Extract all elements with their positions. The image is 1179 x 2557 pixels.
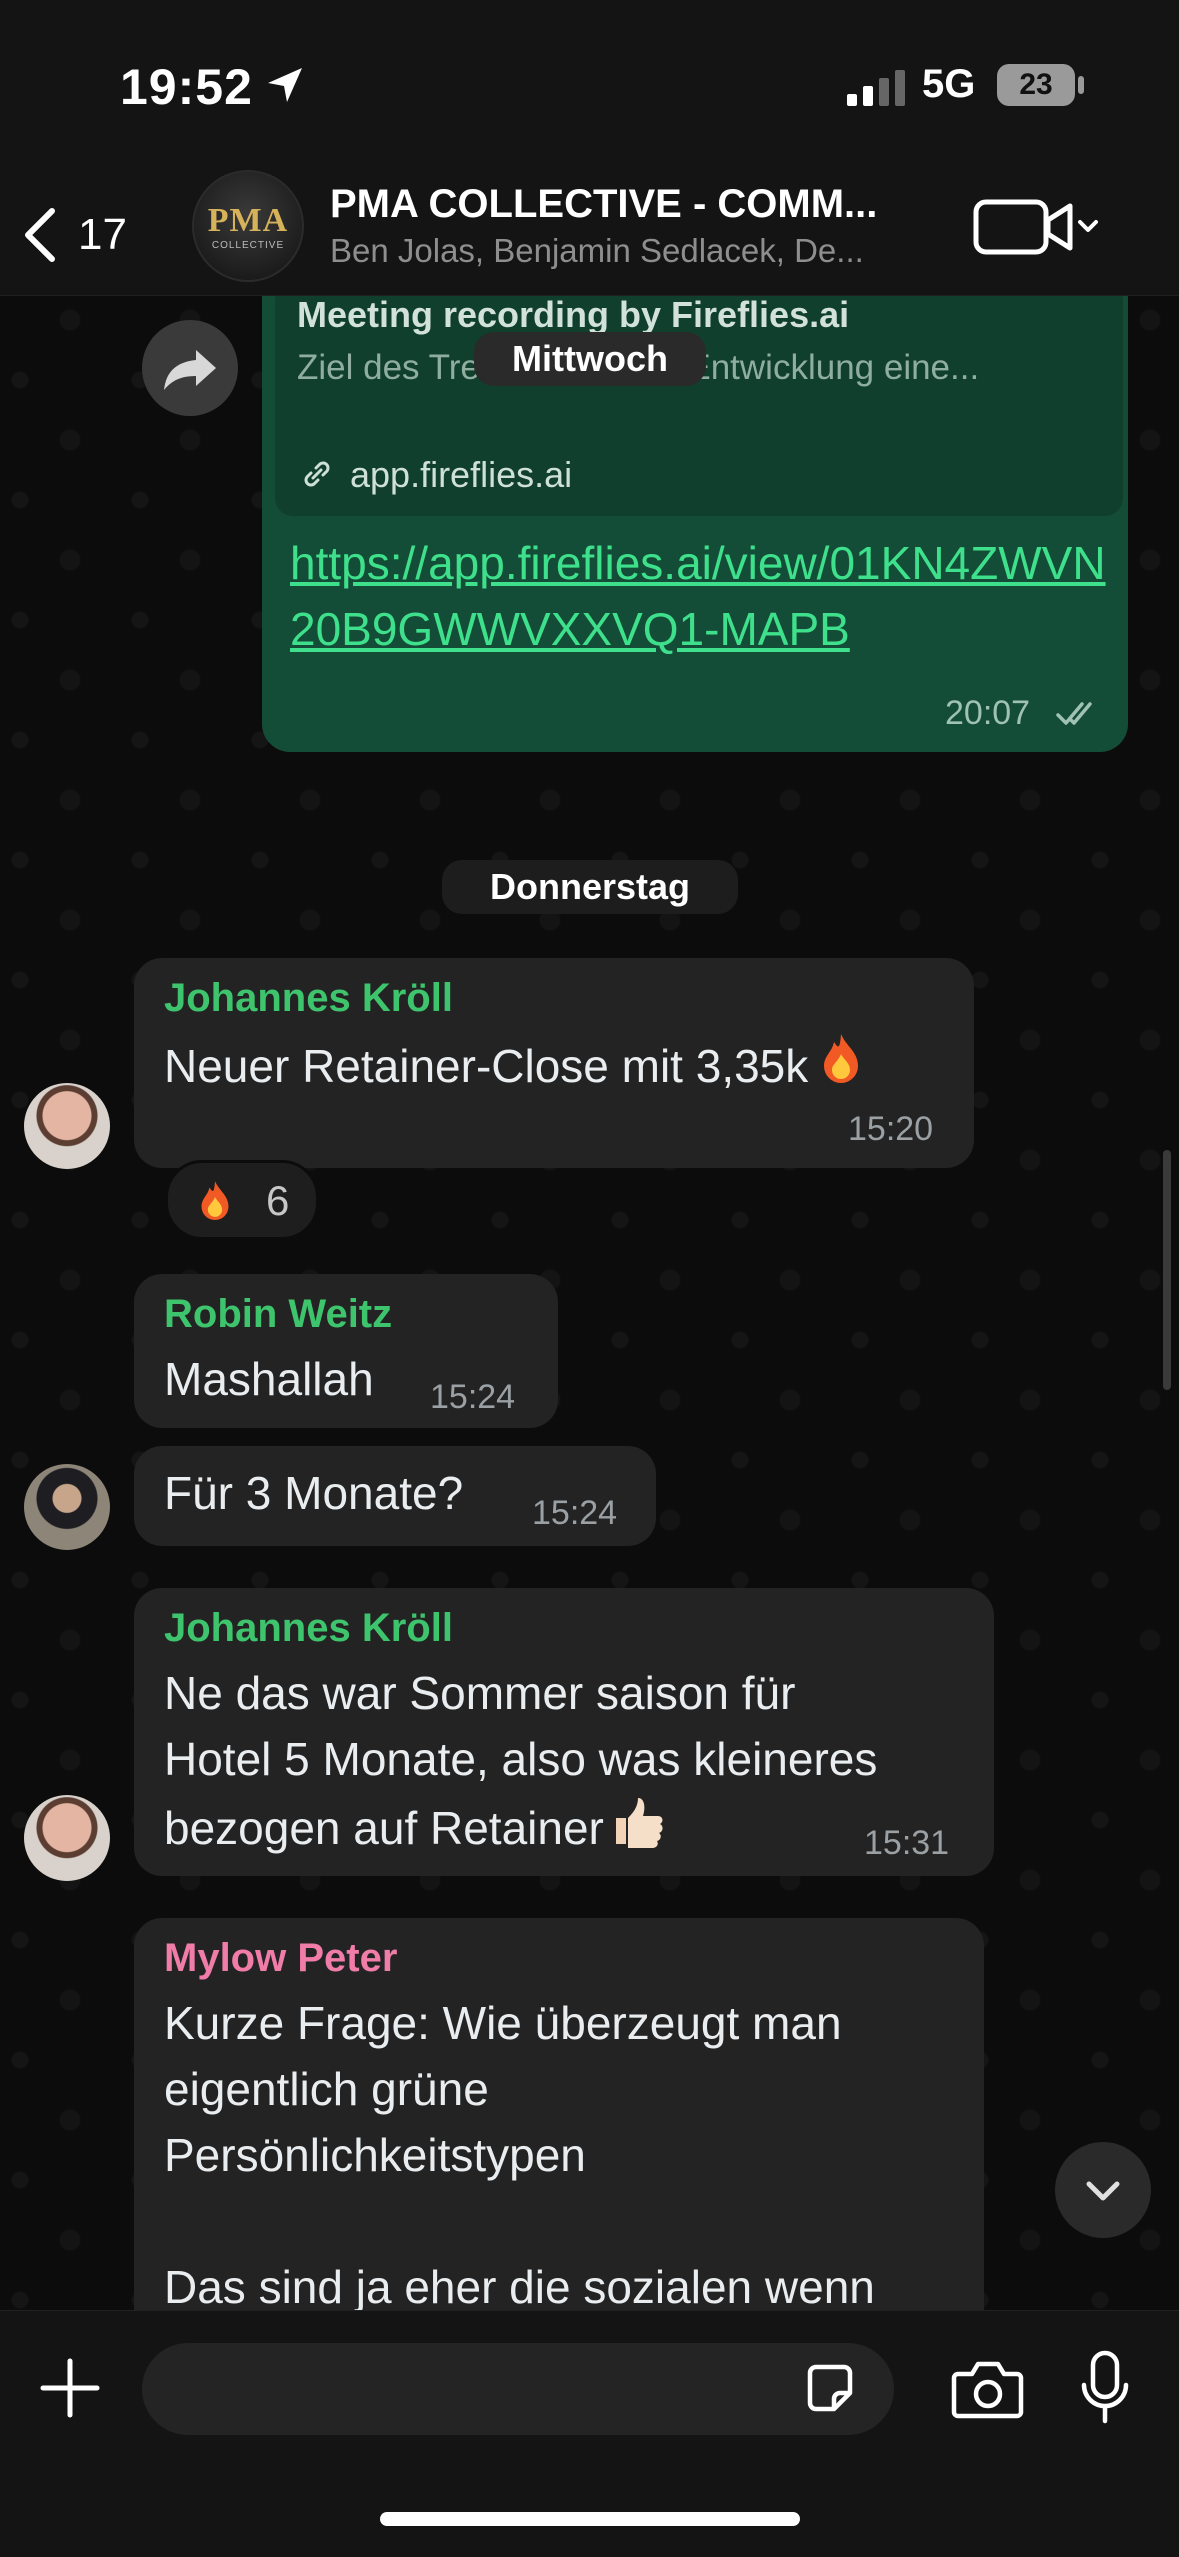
plus-icon[interactable]: [35, 2353, 105, 2423]
group-members[interactable]: Ben Jolas, Benjamin Sedlacek, De...: [330, 232, 864, 270]
message-time: 15:24: [430, 1378, 516, 1416]
day-separator-wednesday: Mittwoch: [474, 332, 706, 386]
message-link[interactable]: https://app.fireflies.ai/view/01KN4ZWVN2…: [290, 530, 1110, 662]
day-separator-thursday: Donnerstag: [442, 860, 738, 914]
reaction-badge[interactable]: 6: [165, 1160, 319, 1240]
camera-icon[interactable]: [950, 2356, 1025, 2422]
battery-icon: 23: [997, 64, 1075, 106]
video-call-button[interactable]: [972, 192, 1102, 262]
forward-arrow-icon: [164, 350, 216, 390]
sender-name: Robin Weitz: [164, 1292, 393, 1336]
message-bubble[interactable]: Mylow Peter Kurze Frage: Wie überzeugt m…: [134, 1918, 984, 2338]
message-text: Mashallah: [164, 1353, 374, 1405]
double-check-icon: [1056, 702, 1092, 725]
sender-name: Johannes Kröll: [164, 1606, 453, 1650]
link-preview-title: Meeting recording by Fireflies.ai: [297, 294, 850, 335]
link-preview-domain: app.fireflies.ai: [350, 454, 573, 495]
thumbs-up-emoji-icon: [615, 1798, 663, 1848]
link-chain-icon: [304, 461, 330, 487]
message-time: 15:20: [848, 1110, 934, 1148]
group-logo-sub: COLLECTIVE: [211, 240, 285, 251]
message-text: Ne das war Sommer saison für Hotel 5 Mon…: [164, 1660, 964, 1861]
chevron-left-icon: [25, 208, 55, 262]
sender-name: Johannes Kröll: [164, 976, 453, 1020]
group-avatar[interactable]: PMA COLLECTIVE: [192, 170, 304, 282]
battery-tip: [1078, 76, 1084, 94]
network-type: 5G: [922, 62, 976, 106]
reaction-count: 6: [266, 1177, 290, 1224]
home-indicator[interactable]: [380, 2512, 800, 2526]
video-camera-icon: [973, 199, 1098, 255]
chevron-down-icon: [1086, 2181, 1120, 2201]
message-time: 15:31: [864, 1824, 950, 1862]
location-arrow-icon: [268, 68, 302, 102]
fire-emoji-icon: [824, 1034, 859, 1083]
message-bubble[interactable]: Robin Weitz Mashallah 15:24: [134, 1274, 558, 1428]
message-text-content: Ne das war Sommer saison für Hotel 5 Mon…: [164, 1667, 878, 1854]
sticker-icon[interactable]: [800, 2359, 860, 2419]
fire-emoji-icon: [201, 1181, 229, 1221]
avatar[interactable]: [24, 1464, 110, 1550]
status-time: 19:52: [120, 59, 253, 115]
scrollbar[interactable]: [1163, 1150, 1171, 1390]
status-bar: 19:52 5G 23: [0, 0, 1179, 170]
forward-button[interactable]: [142, 320, 238, 416]
avatar[interactable]: [24, 1083, 110, 1169]
message-time: 20:07: [945, 694, 1031, 732]
message-bubble[interactable]: Johannes Kröll Ne das war Sommer saison …: [134, 1588, 994, 1876]
message-text: Kurze Frage: Wie überzeugt man eigentlic…: [164, 1997, 875, 2313]
message-bubble[interactable]: Für 3 Monate? 15:24: [134, 1446, 656, 1546]
group-logo: PMA: [207, 202, 289, 239]
message-text: Für 3 Monate?: [164, 1467, 464, 1519]
message-input[interactable]: [142, 2343, 894, 2435]
back-button[interactable]: 17: [20, 195, 150, 275]
avatar[interactable]: [24, 1795, 110, 1881]
link-preview-card[interactable]: Meeting recording by Fireflies.ai Ziel d…: [275, 282, 1123, 516]
message-text: Neuer Retainer-Close mit 3,35k: [164, 1030, 870, 1099]
scroll-down-button[interactable]: [1055, 2142, 1151, 2238]
group-name[interactable]: PMA COLLECTIVE - COMM...: [330, 182, 877, 227]
message-text-content: Neuer Retainer-Close mit 3,35k: [164, 1040, 809, 1092]
unread-count: 17: [78, 210, 127, 259]
sender-name: Mylow Peter: [164, 1936, 398, 1980]
message-time: 15:24: [532, 1494, 618, 1532]
microphone-icon[interactable]: [1078, 2349, 1132, 2429]
chat-header: 17 PMA COLLECTIVE PMA COLLECTIVE - COMM.…: [0, 170, 1179, 296]
message-bubble[interactable]: Johannes Kröll Neuer Retainer-Close mit …: [134, 958, 974, 1168]
signal-icon: [847, 70, 905, 106]
